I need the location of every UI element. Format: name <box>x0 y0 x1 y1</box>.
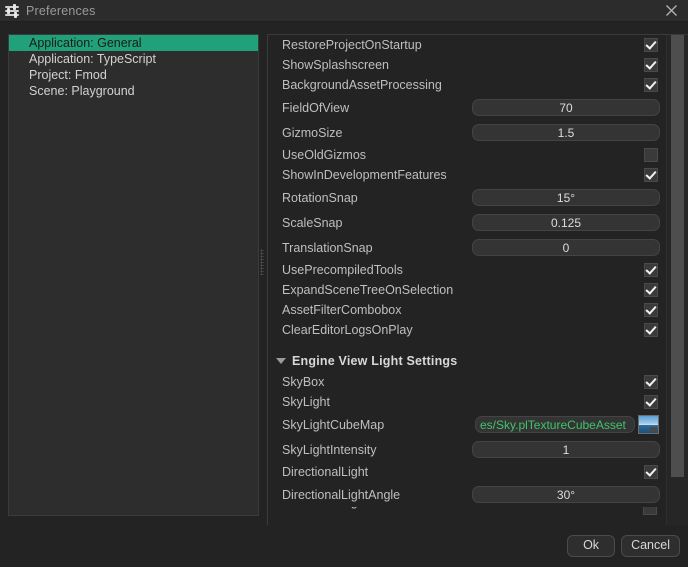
property-label: SkyBox <box>282 375 472 389</box>
property-label: SkyLightCubeMap <box>282 418 472 432</box>
property-label: ScaleSnap <box>282 216 472 230</box>
property-row-assetfiltercombobox: AssetFilterCombobox <box>268 300 667 320</box>
property-row-scalesnap: ScaleSnap 0.125 <box>268 210 667 235</box>
property-label: RotationSnap <box>282 191 472 205</box>
checkbox-cleareditorlogsonplay[interactable] <box>644 323 658 337</box>
property-label: UsePrecompiledTools <box>282 263 472 277</box>
sky-texture-thumbnail-icon[interactable] <box>638 415 659 434</box>
checkbox-backgroundassetprocessing[interactable] <box>644 78 658 92</box>
section-header-engine-view-light-settings[interactable]: Engine View Light Settings <box>268 350 667 372</box>
property-label: AssetFilterCombobox <box>282 303 472 317</box>
property-row-directionallightangle: DirectionalLightAngle 30° <box>268 482 667 507</box>
settings-scroll-area: RestoreProjectOnStartup ShowSplashscreen… <box>268 35 667 525</box>
property-row-gizmosize: GizmoSize 1.5 <box>268 120 667 145</box>
checkbox-directionallight[interactable] <box>644 465 658 479</box>
input-fieldofview[interactable]: 70 <box>472 99 660 116</box>
checkbox-useoldgizmos[interactable] <box>644 148 658 162</box>
property-row-showsplashscreen: ShowSplashscreen <box>268 55 667 75</box>
settings-panel: RestoreProjectOnStartup ShowSplashscreen… <box>267 34 688 525</box>
property-row-showindevelopmentfeatures: ShowInDevelopmentFeatures <box>268 165 667 185</box>
panel-splitter[interactable] <box>259 21 267 525</box>
property-row-backgroundassetprocessing: BackgroundAssetProcessing <box>268 75 667 95</box>
sidebar-item-project-fmod[interactable]: Project: Fmod <box>9 67 258 83</box>
settings-scrollbar-thumb[interactable] <box>671 35 684 477</box>
property-row-useprecompiledtools: UsePrecompiledTools <box>268 260 667 280</box>
property-label: ShowSplashscreen <box>282 58 472 72</box>
checkbox-restoreprojectonstartup[interactable] <box>644 38 658 52</box>
property-row-skylightintensity: SkyLightIntensity 1 <box>268 437 667 462</box>
property-row-skybox: SkyBox <box>268 372 667 392</box>
input-translationsnap[interactable]: 0 <box>472 239 660 256</box>
checkbox-directionallightshadows[interactable] <box>643 507 657 515</box>
property-row-skylight: SkyLight <box>268 392 667 412</box>
input-rotationsnap[interactable]: 15° <box>472 189 660 206</box>
input-gizmosize[interactable]: 1.5 <box>472 124 660 141</box>
window-title: Preferences <box>26 4 96 18</box>
property-label: DirectionalLight <box>282 465 472 479</box>
sidebar-item-application-general[interactable]: Application: General <box>9 35 258 51</box>
input-skylightintensity[interactable]: 1 <box>472 441 660 458</box>
input-scalesnap[interactable]: 0.125 <box>472 214 660 231</box>
close-icon[interactable] <box>654 0 688 21</box>
checkbox-skybox[interactable] <box>644 375 658 389</box>
input-skylightcubemap[interactable]: es/Sky.plTextureCubeAsset <box>475 416 635 433</box>
property-label: ExpandSceneTreeOnSelection <box>282 283 472 297</box>
checkbox-useprecompiledtools[interactable] <box>644 263 658 277</box>
property-row-skylightcubemap: SkyLightCubeMap es/Sky.plTextureCubeAsse… <box>268 412 667 437</box>
cancel-button[interactable]: Cancel <box>621 535 680 557</box>
input-directionallightangle[interactable]: 30° <box>472 486 660 503</box>
property-label: RestoreProjectOnStartup <box>282 38 472 52</box>
ok-button[interactable]: Ok <box>567 535 615 557</box>
property-row-expandscenetreeonselection: ExpandSceneTreeOnSelection <box>268 280 667 300</box>
property-row-translationsnap: TranslationSnap 0 <box>268 235 667 260</box>
window-titlebar: Preferences <box>0 0 688 22</box>
checkbox-assetfiltercombobox[interactable] <box>644 303 658 317</box>
property-row-rotationsnap: RotationSnap 15° <box>268 185 667 210</box>
section-title: Engine View Light Settings <box>292 354 457 368</box>
checkbox-showindevelopmentfeatures[interactable] <box>644 168 658 182</box>
chevron-down-icon <box>276 358 286 364</box>
property-label: DirectionalLightAngle <box>282 488 472 502</box>
property-label: GizmoSize <box>282 126 472 140</box>
checkbox-expandscenetreeonselection[interactable] <box>644 283 658 297</box>
settings-scrollbar[interactable] <box>666 35 688 525</box>
sidebar-item-scene-playground[interactable]: Scene: Playground <box>9 83 258 99</box>
property-row-cleareditorlogsonplay: ClearEditorLogsOnPlay <box>268 320 667 340</box>
property-label: FieldOfView <box>282 101 472 115</box>
dialog-footer: Ok Cancel <box>0 525 688 567</box>
property-row-fieldofview: FieldOfView 70 <box>268 95 667 120</box>
property-row-directionallight: DirectionalLight <box>268 462 667 482</box>
property-label: UseOldGizmos <box>282 148 472 162</box>
property-row-useoldgizmos: UseOldGizmos <box>268 145 667 165</box>
property-label: DirectionalLightShadows <box>282 507 472 509</box>
property-label: SkyLight <box>282 395 472 409</box>
property-label: TranslationSnap <box>282 241 472 255</box>
property-row-restoreprojectonstartup: RestoreProjectOnStartup <box>268 35 667 55</box>
property-label: BackgroundAssetProcessing <box>282 78 472 92</box>
sliders-icon <box>4 3 20 19</box>
sidebar-item-application-typescript[interactable]: Application: TypeScript <box>9 51 258 67</box>
property-label: SkyLightIntensity <box>282 443 472 457</box>
checkbox-skylight[interactable] <box>644 395 658 409</box>
splitter-grip-icon <box>260 249 264 275</box>
dialog-body: Application: General Application: TypeSc… <box>0 21 688 525</box>
category-list[interactable]: Application: General Application: TypeSc… <box>8 34 259 516</box>
property-row-directionallightshadows: DirectionalLightShadows <box>268 507 667 515</box>
property-label: ShowInDevelopmentFeatures <box>282 168 472 182</box>
checkbox-showsplashscreen[interactable] <box>644 58 658 72</box>
property-label: ClearEditorLogsOnPlay <box>282 323 472 337</box>
